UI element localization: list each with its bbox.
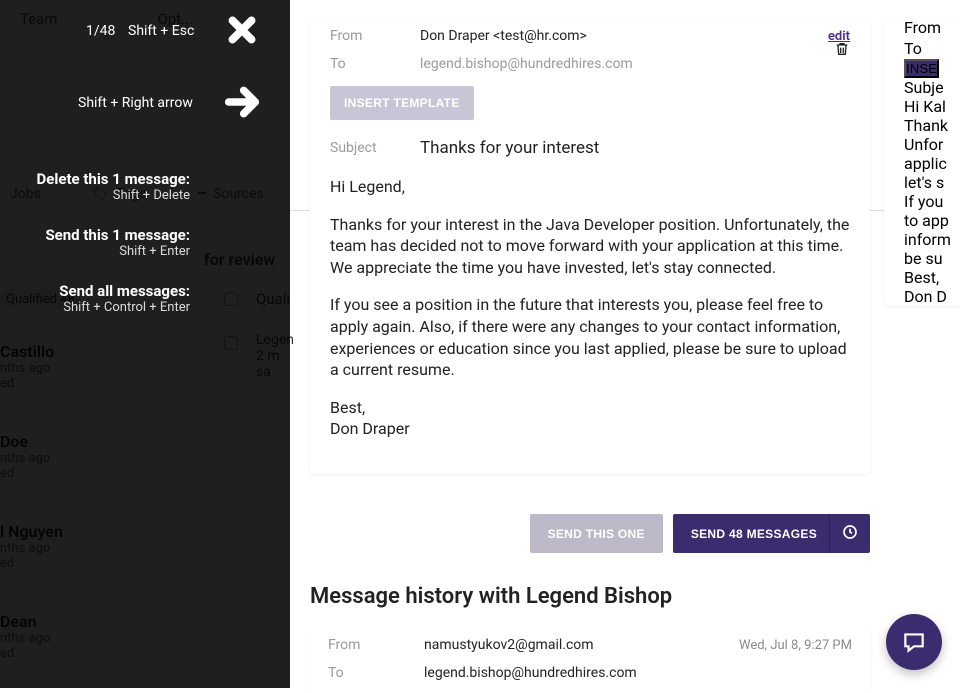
from-value: Don Draper <test@hr.com> <box>420 28 798 44</box>
history-to-value: legend.bishop@hundredhires.com <box>424 665 852 681</box>
to-field[interactable]: legend.bishop@hundredhires.com <box>420 56 850 72</box>
to-label: To <box>330 56 420 72</box>
compose-pane: From Don Draper <test@hr.com> edit To le… <box>310 18 870 474</box>
shortcut-send-one: Send this 1 message: Shift + Enter <box>45 226 190 259</box>
subject-field[interactable]: Thanks for your interest <box>420 138 599 158</box>
action-bar: SEND THIS ONE SEND 48 MESSAGES <box>310 504 870 563</box>
schedule-button[interactable] <box>829 514 870 553</box>
shortcut-next-label: Shift + Right arrow <box>78 95 193 111</box>
help-chat-fab[interactable] <box>886 614 942 670</box>
shortcut-send-all: Send all messages: Shift + Control + Ent… <box>59 282 190 315</box>
history-time: Wed, Jul 8, 9:27 PM <box>739 638 852 653</box>
subject-label: Subject <box>330 140 420 156</box>
history-title: Message history with Legend Bishop <box>310 576 870 625</box>
message-body[interactable]: Hi Legend, Thanks for your interest in t… <box>310 172 870 474</box>
trash-icon[interactable] <box>834 40 850 62</box>
insert-template-button-next[interactable]: INSE <box>904 59 939 78</box>
message-history: Message history with Legend Bishop From … <box>310 576 870 693</box>
insert-template-button[interactable]: INSERT TEMPLATE <box>330 86 474 120</box>
shortcut-overlay: 1/48 Shift + Esc Shift + Right arrow Del… <box>0 0 290 688</box>
from-label: From <box>330 28 420 44</box>
next-compose-pane: From To INSE Subje Hi Kal ThankUnforappl… <box>884 18 960 306</box>
send-all-button[interactable]: SEND 48 MESSAGES <box>673 514 835 553</box>
close-icon[interactable] <box>218 6 266 54</box>
shortcut-delete: Delete this 1 message: Shift + Delete <box>37 170 190 203</box>
arrow-right-icon[interactable] <box>218 78 266 126</box>
history-from-label: From <box>328 637 424 653</box>
history-from-value: namustyukov2@gmail.com <box>424 637 739 653</box>
history-to-label: To <box>328 665 424 681</box>
send-this-one-button[interactable]: SEND THIS ONE <box>530 514 663 553</box>
message-counter: 1/48 <box>86 23 115 39</box>
shortcut-close-label: Shift + Esc <box>128 23 194 39</box>
